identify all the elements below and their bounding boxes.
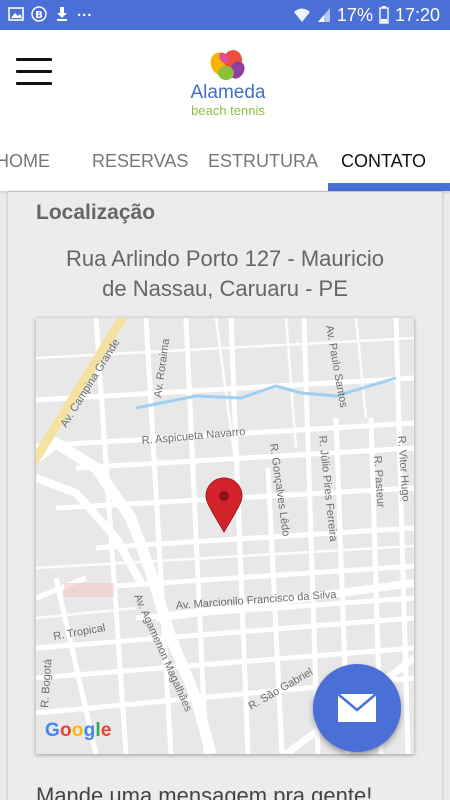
signal-icon [317, 8, 330, 22]
active-tab-indicator [328, 183, 450, 191]
notification-icons: B ... [8, 2, 93, 22]
mail-icon [337, 693, 377, 722]
google-letter: e [100, 720, 112, 741]
tab-contato[interactable]: CONTATO [341, 151, 426, 172]
system-icons: 17% 17:20 [293, 4, 440, 26]
tab-estrutura[interactable]: ESTRUTURA [208, 151, 318, 172]
tab-bar: HOME RESERVAS ESTRUTURA CONTATO [0, 130, 450, 192]
b-badge-icon: B [31, 6, 47, 22]
hamburger-line [16, 82, 52, 85]
image-icon [8, 7, 24, 21]
logo-subtitle: beach tennis [191, 103, 265, 118]
location-title: Localização [36, 201, 156, 224]
wifi-icon [293, 8, 310, 22]
download-icon [57, 7, 67, 21]
hamburger-line [16, 70, 52, 73]
alameda-logo: Alameda beach tennis [178, 48, 278, 128]
address: Rua Arlindo Porto 127 - Mauricio de Nass… [30, 244, 420, 304]
clock: 17:20 [394, 5, 440, 25]
tab-reservas[interactable]: RESERVAS [92, 151, 188, 172]
menu-button[interactable] [16, 58, 54, 90]
more-notifications: ... [77, 2, 93, 20]
send-message-button[interactable] [313, 664, 401, 752]
battery-percent: 17% [336, 5, 373, 25]
address-line-1: Rua Arlindo Porto 127 - Mauricio [66, 246, 384, 271]
google-attribution: Google [45, 720, 112, 742]
status-bar: B ... 17% 17:20 [0, 0, 450, 30]
google-letter: o [59, 720, 72, 741]
message-heading: Mande uma mensagem pra gente! [36, 783, 373, 800]
battery-icon [379, 6, 389, 24]
logo-name: Alameda [190, 82, 266, 103]
google-letter: g [83, 720, 96, 741]
hamburger-line [16, 58, 52, 61]
svg-text:B: B [35, 10, 43, 21]
address-line-2: de Nassau, Caruaru - PE [102, 276, 348, 301]
google-letter: G [45, 720, 60, 741]
tab-home[interactable]: HOME [0, 151, 50, 172]
google-letter: o [71, 720, 84, 741]
app-header: Alameda beach tennis [0, 30, 450, 130]
